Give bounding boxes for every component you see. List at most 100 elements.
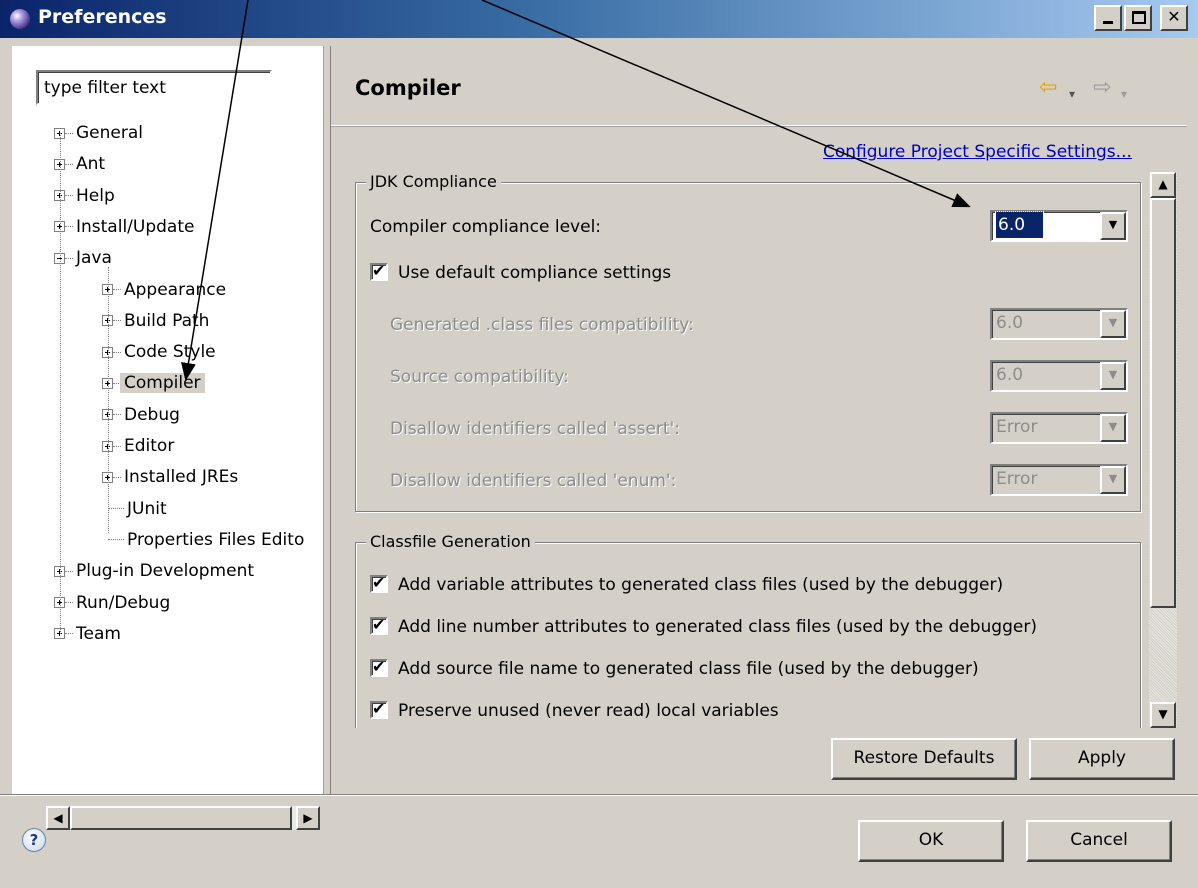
tree-item[interactable]: Editor — [102, 431, 174, 461]
tree-item[interactable]: Installed JREs — [102, 462, 238, 492]
chevron-down-icon[interactable]: ▼ — [1100, 362, 1126, 390]
classfile-option-checkbox[interactable]: Add line number attributes to generated … — [370, 615, 1037, 637]
scroll-thumb[interactable] — [1150, 198, 1176, 608]
classfile-option-label: Add variable attributes to generated cla… — [398, 575, 1004, 595]
close-button[interactable]: ✕ — [1160, 5, 1188, 31]
chevron-down-icon[interactable]: ▼ — [1100, 310, 1126, 338]
tree-connector — [113, 289, 121, 290]
chevron-down-icon[interactable]: ▼ — [1100, 212, 1126, 240]
restore-defaults-button[interactable]: Restore Defaults — [831, 738, 1017, 780]
apply-button[interactable]: Apply — [1029, 738, 1175, 780]
arrow-left-icon: ◀ — [53, 811, 63, 825]
tree-connector — [65, 195, 73, 197]
scroll-up-button[interactable]: ▲ — [1150, 172, 1176, 198]
use-default-compliance-checkbox[interactable]: Use default compliance settings — [370, 261, 672, 283]
generated-compat-select[interactable]: 6.0 ▼ — [990, 308, 1128, 340]
use-default-compliance-label: Use default compliance settings — [398, 263, 672, 283]
forward-arrow-icon[interactable]: ⇨ — [1093, 76, 1111, 100]
compliance-level-select[interactable]: 6.0 ▼ — [990, 210, 1128, 242]
tree-item[interactable]: Debug — [102, 400, 180, 430]
classfile-option-checkbox[interactable]: Preserve unused (never read) local varia… — [370, 699, 779, 721]
scroll-down-button[interactable]: ▼ — [1150, 702, 1176, 728]
tree-item-label: Build Path — [124, 310, 210, 331]
title-bar[interactable]: Preferences ✕ — [0, 0, 1198, 38]
help-icon[interactable]: ? — [22, 828, 46, 852]
tree-item[interactable]: Plug-in Development — [54, 556, 254, 586]
classfile-option-checkbox[interactable]: Add variable attributes to generated cla… — [370, 573, 1004, 595]
tree-item-label: General — [76, 123, 143, 143]
checkbox-icon[interactable] — [370, 699, 388, 719]
cancel-button[interactable]: Cancel — [1026, 820, 1172, 862]
ok-button[interactable]: OK — [858, 820, 1004, 862]
minimize-button[interactable] — [1094, 5, 1122, 31]
settings-vertical-scrollbar[interactable]: ▲ ▼ — [1149, 172, 1177, 728]
configure-project-settings-link[interactable]: Configure Project Specific Settings... — [823, 142, 1132, 162]
maximize-icon — [1132, 11, 1146, 24]
tree-item[interactable]: Properties Files Edito — [102, 525, 304, 555]
tree-item[interactable]: Build Path — [102, 306, 209, 336]
checkbox-icon[interactable] — [370, 657, 388, 677]
arrow-right-icon: ▶ — [303, 811, 313, 825]
arrow-up-icon: ▲ — [1158, 177, 1168, 191]
tree-connector — [65, 226, 73, 228]
back-history-dropdown-icon[interactable]: ▾ — [1069, 82, 1075, 106]
page-title: Compiler — [355, 76, 461, 100]
tree-connector — [65, 633, 73, 635]
window-title: Preferences — [38, 6, 167, 28]
chevron-down-icon[interactable]: ▼ — [1100, 466, 1126, 494]
tree-item[interactable]: Code Style — [102, 337, 216, 367]
tree-item[interactable]: Appearance — [102, 275, 226, 305]
tree-item[interactable]: Team — [54, 619, 121, 649]
scroll-right-button[interactable]: ▶ — [296, 806, 320, 830]
checkbox-icon[interactable] — [370, 615, 388, 635]
chevron-down-icon[interactable]: ▼ — [1100, 414, 1126, 442]
tree-item-label: Team — [76, 623, 121, 644]
classfile-option-label: Add line number attributes to generated … — [398, 617, 1037, 637]
tree-connector — [65, 570, 73, 572]
scroll-left-button[interactable]: ◀ — [46, 806, 70, 830]
tree-connector — [113, 414, 121, 416]
generated-compat-label: Generated .class files compatibility: — [390, 315, 694, 335]
checkbox-icon[interactable] — [370, 261, 388, 281]
generated-compat-value: 6.0 — [996, 313, 1024, 333]
tree-item-label: Plug-in Development — [76, 561, 255, 582]
tree-item[interactable]: JUnit — [102, 494, 167, 524]
tree-item[interactable]: General — [54, 118, 143, 148]
scroll-thumb[interactable] — [70, 806, 292, 830]
compiler-page: Compiler ⇦ ▾ ⇨ ▾ Configure Project Speci… — [330, 46, 1187, 794]
tree-item-label: Install/Update — [76, 216, 195, 237]
tree-item-label: Code Style — [124, 342, 216, 363]
tree-connector — [65, 257, 73, 259]
source-compat-label: Source compatibility: — [390, 367, 569, 387]
assert-identifier-select[interactable]: Error ▼ — [990, 412, 1128, 444]
tree-item[interactable]: Ant — [54, 149, 105, 179]
forward-history-dropdown-icon[interactable]: ▾ — [1121, 82, 1127, 106]
tree-item-label: Java — [76, 248, 112, 269]
source-compat-select[interactable]: 6.0 ▼ — [990, 360, 1128, 392]
classfile-option-checkbox[interactable]: Add source file name to generated class … — [370, 657, 979, 679]
tree-item[interactable]: Java — [54, 243, 112, 273]
back-arrow-icon[interactable]: ⇦ — [1039, 76, 1057, 100]
tree-item[interactable]: Run/Debug — [54, 588, 170, 618]
tree-guide-line — [60, 133, 61, 634]
tree-horizontal-scrollbar[interactable]: ◀ ▶ — [46, 806, 320, 830]
assert-identifier-label: Disallow identifiers called 'assert': — [390, 419, 680, 439]
tree-connector — [113, 476, 121, 478]
enum-identifier-select[interactable]: Error ▼ — [990, 464, 1128, 496]
enum-identifier-value: Error — [996, 469, 1038, 489]
tree-item-label: Debug — [124, 404, 180, 425]
tree-item-label: Run/Debug — [76, 592, 171, 613]
tree-item-label: Compiler — [120, 373, 205, 394]
eclipse-icon — [10, 9, 30, 29]
jdk-compliance-group: JDK Compliance Compiler compliance level… — [355, 172, 1141, 512]
maximize-button[interactable] — [1124, 5, 1152, 31]
tree-item[interactable]: Compiler — [102, 368, 205, 398]
tree-item[interactable]: Install/Update — [54, 212, 194, 242]
filter-input[interactable] — [36, 70, 272, 105]
tree-item-label: Appearance — [124, 279, 227, 300]
source-compat-value: 6.0 — [996, 365, 1024, 385]
tree-item[interactable]: Help — [54, 181, 115, 211]
checkbox-icon[interactable] — [370, 573, 388, 593]
preferences-tree-pane: General Ant Help Install/Update Java Appearan… — [12, 46, 324, 830]
close-icon: ✕ — [1167, 7, 1181, 26]
